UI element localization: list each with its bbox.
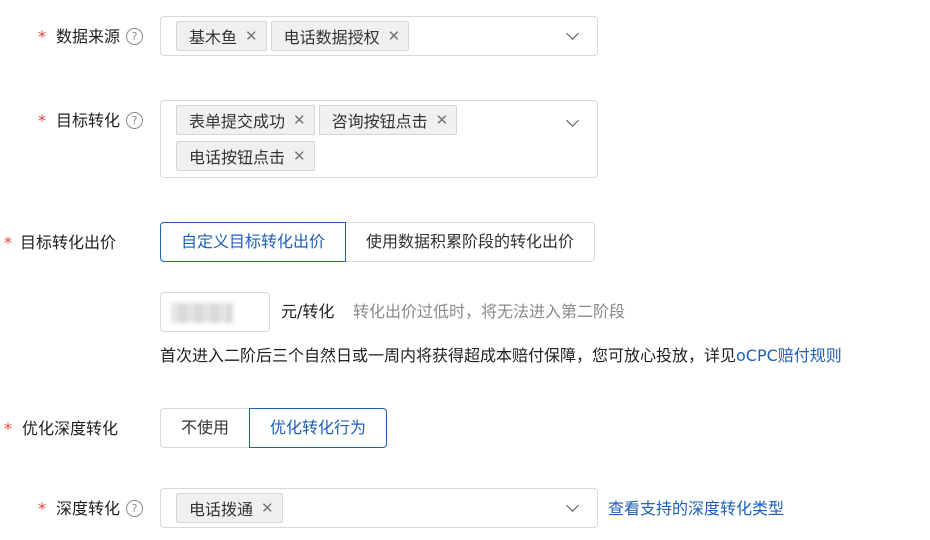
chevron-down-icon[interactable]	[566, 27, 579, 40]
redacted-value	[171, 303, 233, 323]
close-icon[interactable]: ✕	[388, 27, 401, 45]
data-source-select[interactable]: 基木鱼 ✕ 电话数据授权 ✕	[160, 16, 598, 56]
chevron-down-icon[interactable]	[566, 499, 579, 512]
deep-optimize-segmented: 不使用 优化转化行为	[160, 408, 388, 448]
bid-amount-input[interactable]	[160, 292, 270, 332]
bid-unit: 元/转化	[281, 302, 335, 321]
tag-target-conversion: 电话按钮点击 ✕	[176, 141, 315, 171]
tag-data-source: 电话数据授权 ✕	[270, 21, 410, 51]
target-bid-segmented: 自定义目标转化出价 使用数据积累阶段的转化出价	[160, 222, 596, 262]
required-mark: *	[38, 27, 46, 46]
target-bid-label-group: * 目标转化出价	[4, 231, 116, 255]
deep-conversion-label-group: * 深度转化?	[38, 497, 144, 521]
deep-conversion-label: 深度转化	[56, 499, 121, 518]
guarantee-note: 首次进入二阶后三个自然日或一周内将获得超成本赔付保障，您可放心投放，详见oCPC…	[160, 346, 842, 365]
help-icon[interactable]: ?	[126, 500, 144, 517]
bid-hint: 转化出价过低时，将无法进入第二阶段	[353, 302, 626, 321]
accumulated-bid-option[interactable]: 使用数据积累阶段的转化出价	[345, 222, 596, 262]
ocpc-compensation-rules-link[interactable]: oCPC赔付规则	[736, 346, 842, 365]
close-icon[interactable]: ✕	[293, 111, 306, 129]
close-icon[interactable]: ✕	[293, 147, 306, 165]
deep-optimize-label-group: * 优化深度转化	[4, 417, 118, 441]
help-icon[interactable]: ?	[126, 112, 144, 129]
target-conversion-select[interactable]: 表单提交成功 ✕ 咨询按钮点击 ✕ 电话按钮点击 ✕	[160, 100, 598, 178]
close-icon[interactable]: ✕	[245, 27, 258, 45]
chevron-down-icon[interactable]	[566, 114, 579, 127]
deep-conversion-types-link[interactable]: 查看支持的深度转化类型	[608, 497, 784, 521]
tag-data-source: 基木鱼 ✕	[176, 21, 267, 51]
required-mark: *	[4, 419, 12, 438]
target-bid-label: 目标转化出价	[20, 233, 117, 252]
data-source-label: 数据来源	[56, 27, 121, 46]
tag-target-conversion: 咨询按钮点击 ✕	[318, 105, 458, 135]
tag-deep-conversion: 电话拨通 ✕	[176, 493, 283, 523]
deep-optimize-label: 优化深度转化	[22, 419, 119, 438]
required-mark: *	[38, 499, 46, 518]
required-mark: *	[38, 111, 46, 130]
not-use-option[interactable]: 不使用	[160, 408, 251, 448]
target-conversion-label: 目标转化	[56, 111, 121, 130]
target-conversion-label-group: * 目标转化?	[38, 109, 144, 133]
optimize-behavior-option[interactable]: 优化转化行为	[249, 408, 388, 448]
data-source-label-group: * 数据来源?	[38, 25, 144, 49]
help-icon[interactable]: ?	[126, 28, 144, 45]
close-icon[interactable]: ✕	[436, 111, 449, 129]
deep-conversion-select[interactable]: 电话拨通 ✕	[160, 488, 598, 528]
tag-target-conversion: 表单提交成功 ✕	[176, 105, 315, 135]
custom-bid-option[interactable]: 自定义目标转化出价	[160, 222, 347, 262]
close-icon[interactable]: ✕	[261, 499, 274, 517]
required-mark: *	[4, 233, 12, 252]
